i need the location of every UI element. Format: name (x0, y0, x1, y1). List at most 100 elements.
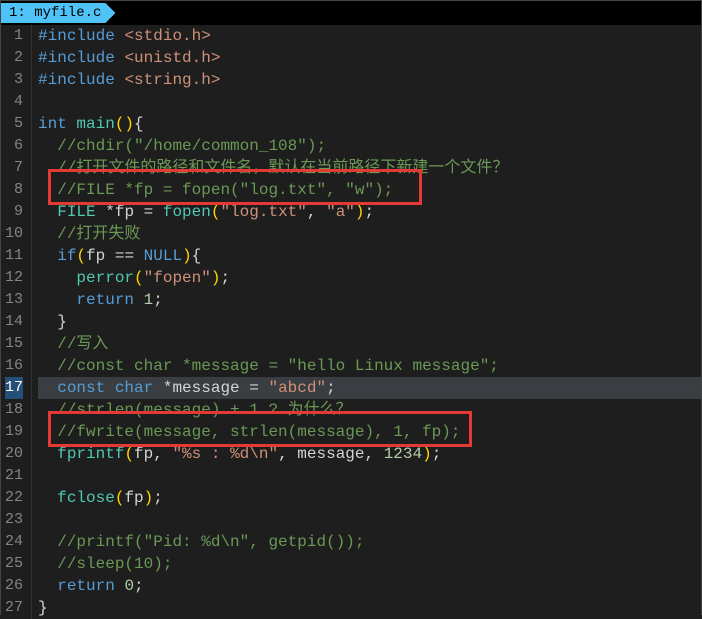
code-token: ; (326, 379, 336, 397)
code-line[interactable]: perror("fopen"); (38, 267, 701, 289)
code-token: //strlen(message) + 1 ? 为什么？ (57, 401, 351, 419)
code-token: //FILE *fp = fopen("log.txt", "w"); (57, 181, 393, 199)
code-token: #include (38, 49, 124, 67)
code-line[interactable]: //strlen(message) + 1 ? 为什么？ (38, 399, 701, 421)
code-line[interactable]: #include <unistd.h> (38, 47, 701, 69)
code-line[interactable]: //printf("Pid: %d\n", getpid()); (38, 531, 701, 553)
line-number: 26 (5, 575, 23, 597)
code-token: () (115, 115, 134, 133)
code-editor[interactable]: 1234567891011121314151617181920212223242… (1, 25, 701, 619)
code-token: fclose (57, 489, 115, 507)
code-line[interactable]: //fwrite(message, strlen(message), 1, fp… (38, 421, 701, 443)
code-token: //fwrite(message, strlen(message), 1, fp… (57, 423, 460, 441)
code-line[interactable]: } (38, 597, 701, 619)
code-token: #include (38, 71, 124, 89)
code-token: const (57, 379, 115, 397)
code-token: ) (422, 445, 432, 463)
code-line[interactable]: return 1; (38, 289, 701, 311)
code-token (38, 423, 57, 441)
code-line[interactable]: return 0; (38, 575, 701, 597)
code-token: "%s : %d\n" (172, 445, 278, 463)
code-line[interactable] (38, 509, 701, 531)
code-token: *fp (105, 203, 143, 221)
code-token: //打开失败 (57, 225, 140, 243)
line-number: 6 (5, 135, 23, 157)
line-number: 8 (5, 179, 23, 201)
code-token (38, 379, 57, 397)
code-line[interactable]: //打开文件的路径和文件名，默认在当前路径下新建一个文件？ (38, 157, 701, 179)
line-number: 10 (5, 223, 23, 245)
line-number: 21 (5, 465, 23, 487)
code-token: , (278, 445, 297, 463)
code-token: { (192, 247, 202, 265)
tab-label: 1: myfile.c (9, 5, 101, 21)
code-line[interactable]: int main(){ (38, 113, 701, 135)
code-line[interactable]: //chdir("/home/common_108"); (38, 135, 701, 157)
code-token: ; (220, 269, 230, 287)
code-token: = (249, 379, 268, 397)
code-token: 1 (144, 291, 154, 309)
code-line[interactable]: FILE *fp = fopen("log.txt", "a"); (38, 201, 701, 223)
code-line[interactable]: //FILE *fp = fopen("log.txt", "w"); (38, 179, 701, 201)
code-line[interactable]: //const char *message = "hello Linux mes… (38, 355, 701, 377)
code-token: 0 (124, 577, 134, 595)
code-token (38, 181, 57, 199)
code-token (38, 137, 57, 155)
code-token: //const char *message = "hello Linux mes… (57, 357, 499, 375)
code-line[interactable]: //打开失败 (38, 223, 701, 245)
code-token: "abcd" (268, 379, 326, 397)
line-number: 17 (5, 377, 23, 399)
code-token (38, 533, 57, 551)
line-number: 4 (5, 91, 23, 113)
code-token (38, 247, 57, 265)
code-line[interactable]: //写入 (38, 333, 701, 355)
code-token: ; (153, 291, 163, 309)
line-number-gutter: 1234567891011121314151617181920212223242… (1, 25, 32, 619)
line-number: 16 (5, 355, 23, 377)
line-number: 25 (5, 553, 23, 575)
file-tab[interactable]: 1: myfile.c (1, 3, 115, 23)
code-line[interactable]: fprintf(fp, "%s : %d\n", message, 1234); (38, 443, 701, 465)
code-token: fp (86, 247, 115, 265)
code-line[interactable]: #include <stdio.h> (38, 25, 701, 47)
line-number: 23 (5, 509, 23, 531)
code-token: "fopen" (144, 269, 211, 287)
code-token: ) (144, 489, 154, 507)
code-token: , (307, 203, 326, 221)
code-token (38, 577, 57, 595)
code-token: ( (124, 445, 134, 463)
code-line[interactable]: //sleep(10); (38, 553, 701, 575)
line-number: 9 (5, 201, 23, 223)
line-number: 3 (5, 69, 23, 91)
code-token: <stdio.h> (124, 27, 210, 45)
code-token: //写入 (57, 335, 108, 353)
code-line[interactable]: if(fp == NULL){ (38, 245, 701, 267)
code-token (38, 401, 57, 419)
code-token: //sleep(10); (57, 555, 172, 573)
code-line[interactable]: fclose(fp); (38, 487, 701, 509)
code-line[interactable]: } (38, 311, 701, 333)
code-token: <string.h> (124, 71, 220, 89)
code-token: "a" (326, 203, 355, 221)
code-token (38, 555, 57, 573)
line-number: 2 (5, 47, 23, 69)
code-line[interactable] (38, 465, 701, 487)
code-token: fprintf (57, 445, 124, 463)
code-token (38, 489, 57, 507)
code-token: perror (76, 269, 134, 287)
code-line[interactable]: const char *message = "abcd"; (38, 377, 701, 399)
code-token: //printf("Pid: %d\n", getpid()); (57, 533, 364, 551)
code-line[interactable] (38, 91, 701, 113)
code-token: , (365, 445, 384, 463)
code-area[interactable]: #include <stdio.h>#include <unistd.h>#in… (32, 25, 701, 619)
code-line[interactable]: #include <string.h> (38, 69, 701, 91)
code-token: fopen (163, 203, 211, 221)
code-token (38, 291, 76, 309)
line-number: 14 (5, 311, 23, 333)
code-token: int (38, 115, 76, 133)
code-token: return (76, 291, 143, 309)
code-token (38, 159, 57, 177)
code-token: ; (134, 577, 144, 595)
code-token (38, 269, 76, 287)
code-token: <unistd.h> (124, 49, 220, 67)
